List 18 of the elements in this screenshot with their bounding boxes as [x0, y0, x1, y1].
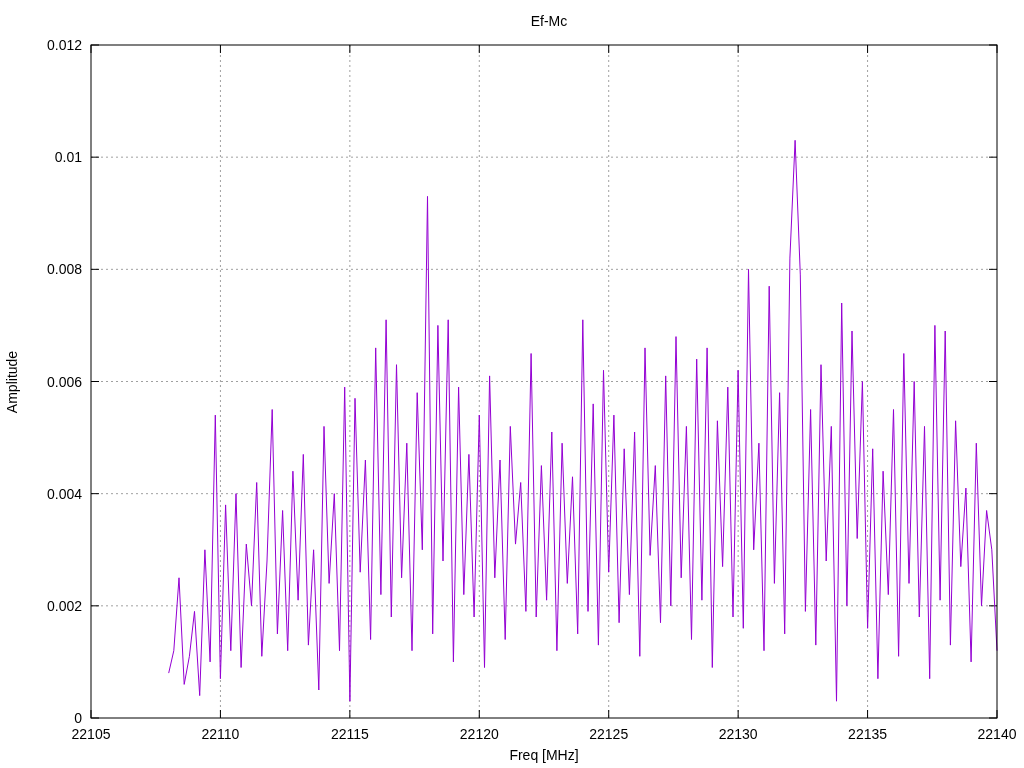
x-tick-label: 22115 — [330, 726, 369, 742]
y-tick-label: 0.004 — [46, 485, 82, 502]
x-tick-label: 22105 — [71, 726, 111, 742]
y-axis-label: Amplitude — [4, 350, 20, 414]
y-tick-label: 0.01 — [54, 149, 82, 166]
x-tick-label: 22130 — [718, 726, 758, 742]
y-tick-label: 0 — [74, 710, 82, 726]
chart-title: Ef-Mc — [530, 13, 568, 29]
y-tick-label: 0.012 — [46, 37, 82, 53]
x-axis-label: Freq [MHz] — [509, 747, 579, 763]
x-tick-label: 22135 — [848, 726, 888, 742]
y-tick-label: 0.008 — [46, 261, 82, 278]
y-tick-label: 0.006 — [46, 373, 82, 390]
x-tick-label: 22125 — [589, 726, 629, 742]
x-tick-label: 22120 — [459, 726, 499, 742]
y-tick-label: 0.002 — [46, 597, 82, 614]
x-tick-label: 22110 — [201, 726, 240, 742]
x-tick-label: 22140 — [977, 726, 1017, 742]
